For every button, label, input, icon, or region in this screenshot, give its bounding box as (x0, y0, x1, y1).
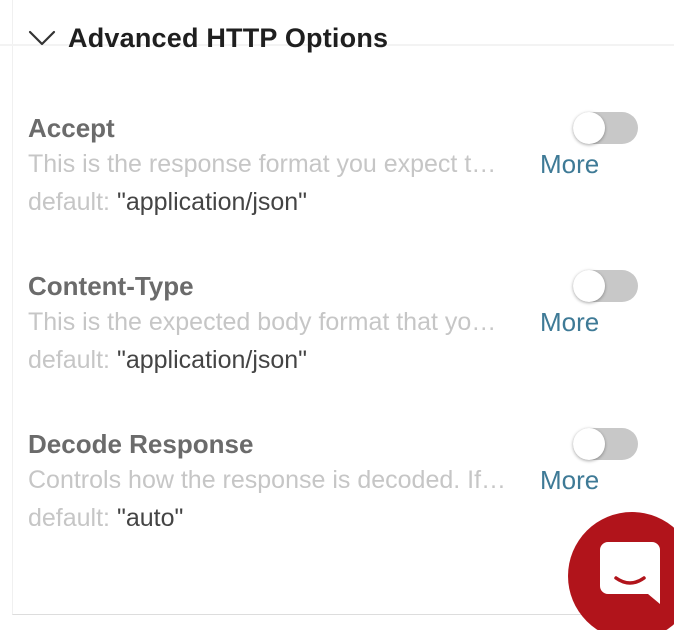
decode-response-toggle[interactable] (573, 428, 638, 460)
more-link[interactable]: More (540, 464, 599, 496)
toggle-knob (573, 270, 605, 302)
toggle-knob (573, 112, 605, 144)
page: Advanced HTTP Options Accept This is the… (0, 0, 674, 630)
option-accept: Accept This is the response format you e… (28, 112, 638, 252)
option-description: This is the expected body format that yo… (28, 308, 497, 336)
default-value: "application/json" (116, 346, 308, 374)
content-type-toggle[interactable] (573, 270, 638, 302)
option-description: This is the response format you expect t… (28, 150, 497, 178)
option-decode-response: Decode Response Controls how the respons… (28, 428, 638, 568)
option-description: Controls how the response is decoded. If… (28, 466, 507, 494)
default-value: "application/json" (116, 188, 308, 216)
default-line: default: "application/json" (28, 186, 307, 218)
default-line: default: "application/json" (28, 344, 307, 376)
section-title: Advanced HTTP Options (68, 22, 389, 53)
default-value: "auto" (116, 504, 184, 532)
option-content-type: Content-Type This is the expected body f… (28, 270, 638, 410)
more-link[interactable]: More (540, 306, 599, 338)
accept-toggle[interactable] (573, 112, 638, 144)
advanced-options-header[interactable]: Advanced HTTP Options (28, 18, 388, 58)
option-title: Accept (28, 113, 115, 143)
default-label: default: (28, 346, 111, 374)
chat-bubble-icon (600, 540, 660, 611)
default-label: default: (28, 504, 111, 532)
option-title: Decode Response (28, 429, 254, 459)
option-title: Content-Type (28, 271, 194, 301)
default-label: default: (28, 188, 111, 216)
more-link[interactable]: More (540, 148, 599, 180)
default-line: default: "auto" (28, 502, 183, 534)
toggle-knob (573, 428, 605, 460)
chevron-down-icon[interactable] (28, 18, 56, 58)
